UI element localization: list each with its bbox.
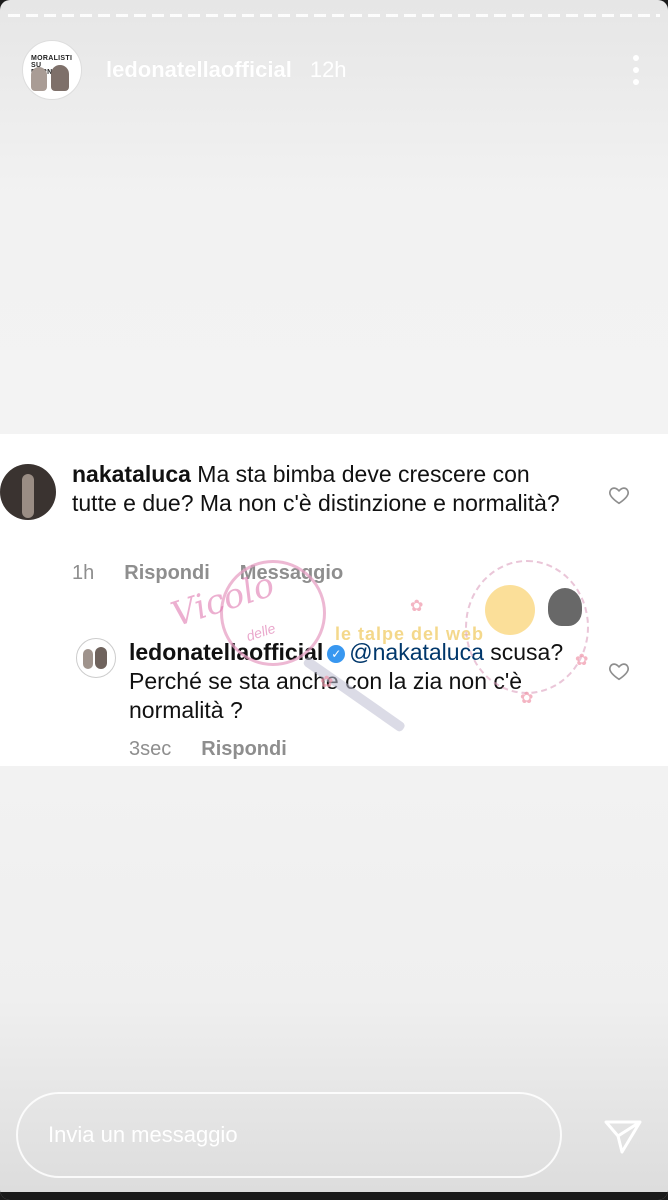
avatar-figure — [31, 67, 47, 91]
story-progress-bar — [8, 14, 660, 17]
reply-username: ledonatellaofficial — [129, 639, 324, 665]
avatar-figure — [51, 65, 69, 91]
avatar-figure — [95, 647, 107, 669]
bottom-edge — [0, 1192, 668, 1200]
message-composer[interactable] — [16, 1092, 562, 1178]
send-icon — [604, 1120, 642, 1154]
send-button[interactable] — [598, 1112, 646, 1160]
comment-screenshot: nakataluca Ma sta bimba deve crescere co… — [0, 434, 668, 766]
comment-time: 1h — [72, 562, 95, 584]
heart-icon — [608, 660, 630, 682]
reply-mention: @nakataluca — [349, 639, 484, 665]
reply-label: Rispondi — [124, 562, 210, 584]
heart-icon — [608, 484, 630, 506]
more-vertical-icon — [633, 55, 639, 61]
story-time: 12h — [309, 57, 347, 82]
reply-avatar — [76, 638, 116, 678]
reply-time: 3sec — [129, 738, 172, 760]
verified-badge-icon: ✓ — [327, 645, 346, 663]
message-label: Messaggio — [239, 562, 344, 584]
story-header: MORALISTI SU PORNHUB ledonatellaofficial… — [22, 40, 646, 100]
reply-label: Rispondi — [201, 738, 287, 760]
story-viewer[interactable]: MORALISTI SU PORNHUB ledonatellaofficial… — [0, 0, 668, 1200]
progress-segments — [8, 14, 660, 17]
avatar-figure — [22, 474, 34, 518]
more-vertical-icon — [633, 79, 639, 85]
story-avatar[interactable]: MORALISTI SU PORNHUB — [22, 40, 82, 100]
comment-username: nakataluca — [72, 461, 191, 487]
comment-text: nakataluca Ma sta bimba deve crescere co… — [72, 460, 572, 518]
story-username[interactable]: ledonatellaofficial — [106, 57, 292, 83]
comment-meta: 1h Rispondi Messaggio — [72, 562, 343, 585]
message-input[interactable] — [46, 1121, 490, 1149]
reply-meta: 3sec Rispondi — [129, 738, 287, 761]
avatar-figure — [83, 649, 93, 669]
more-vertical-icon — [633, 67, 639, 73]
more-options-button[interactable] — [624, 50, 648, 90]
commenter-avatar — [0, 464, 56, 520]
reply-text: ledonatellaofficial ✓ @nakataluca scusa? P… — [129, 638, 579, 725]
